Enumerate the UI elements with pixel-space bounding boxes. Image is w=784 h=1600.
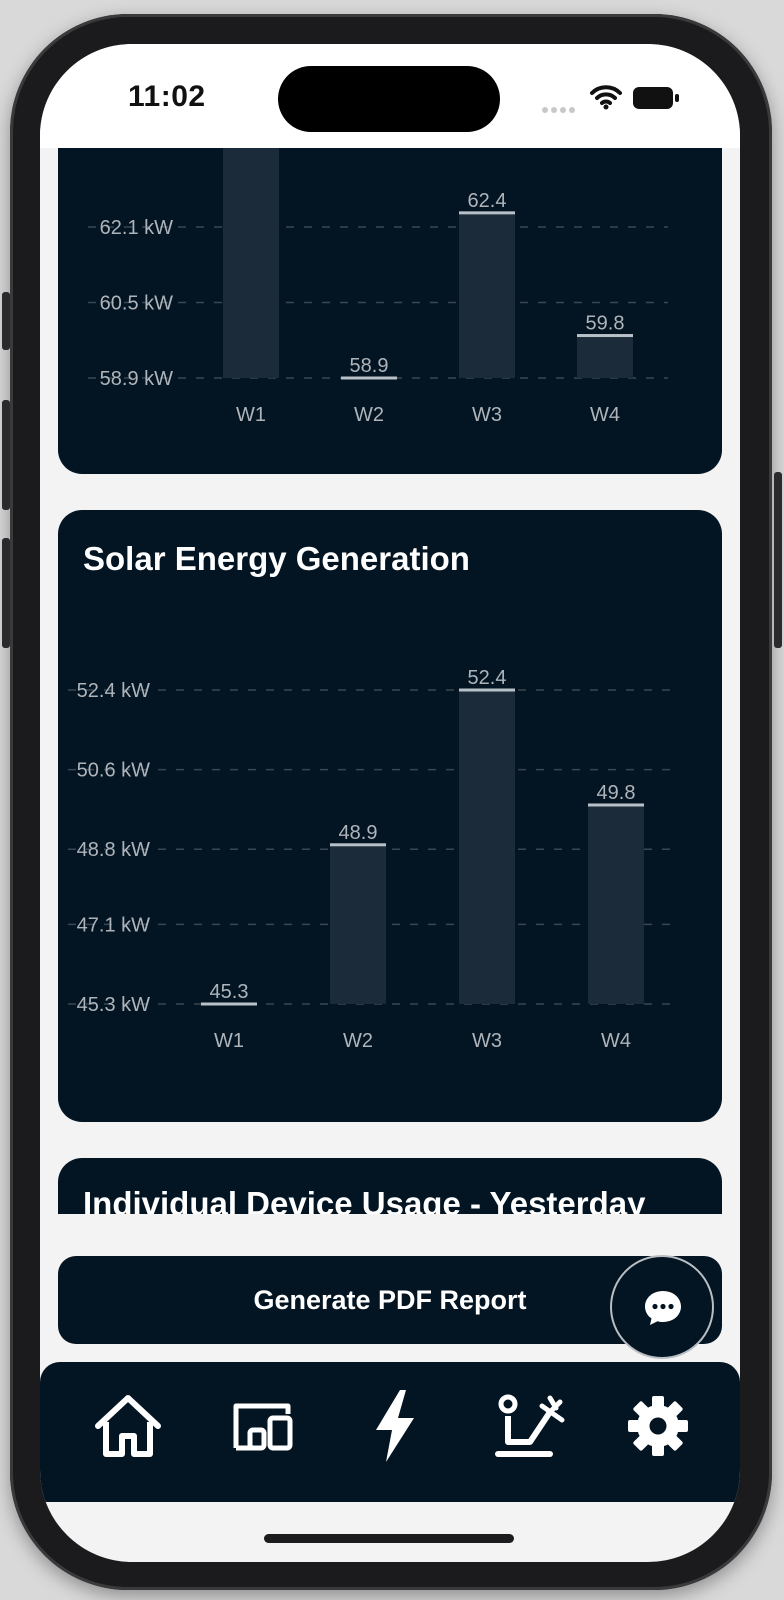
y-tick-label: 47.1 kW [77, 914, 150, 936]
data-label: 58.9 [350, 355, 389, 377]
bar [588, 804, 644, 1004]
y-tick-label: 62.1 kW [100, 217, 173, 239]
cellular-signal-icon [542, 100, 578, 118]
solar-energy-card: Solar Energy Generation 45.3 kW 47.1 kW 48… [58, 510, 722, 1122]
x-tick-label: W1 [214, 1030, 244, 1052]
x-tick-label: W3 [472, 1030, 502, 1052]
data-label: 62.4 [468, 190, 507, 212]
top-bar-chart: 58.9 kW 60.5 kW 62.1 kW W1 58.9 W2 62.4 W3 59.8 W… [88, 124, 668, 426]
nav-energy[interactable] [356, 1386, 436, 1466]
bar [223, 124, 279, 378]
card-title-solar: Solar Energy Generation [83, 540, 470, 577]
nav-devices[interactable] [222, 1386, 302, 1466]
y-tick-label: 52.4 kW [77, 680, 150, 702]
nav-solar[interactable] [490, 1386, 570, 1466]
power-button [774, 472, 782, 648]
wifi-icon [590, 85, 622, 110]
x-tick-label: W4 [590, 404, 620, 426]
card-title-device-usage: Individual Device Usage - Yesterday [83, 1185, 646, 1214]
status-time: 11:02 [128, 80, 206, 113]
chat-bubble-icon [645, 1291, 681, 1325]
data-label: 52.4 [468, 667, 507, 689]
bar [459, 690, 515, 1004]
nav-settings[interactable] [618, 1386, 698, 1466]
nav-home[interactable] [88, 1386, 168, 1466]
solar-panel-icon [495, 1394, 565, 1457]
battery-icon [633, 87, 679, 109]
status-bar: 11:02 [40, 44, 740, 148]
gear-icon [628, 1396, 688, 1456]
top-chart-card: 58.9 kW 60.5 kW 62.1 kW W1 58.9 W2 62.4 W3 59.8 W… [58, 124, 722, 474]
data-label: 45.3 [210, 981, 249, 1003]
home-indicator [264, 1534, 514, 1543]
bottom-nav [40, 1362, 740, 1502]
y-tick-label: 60.5 kW [100, 293, 173, 315]
x-tick-label: W2 [343, 1030, 373, 1052]
bar [459, 212, 515, 378]
chat-button[interactable] [610, 1255, 714, 1359]
data-label: 49.8 [597, 782, 636, 804]
volume-up-button [2, 400, 10, 510]
x-tick-label: W1 [236, 404, 266, 426]
volume-down-button [2, 538, 10, 648]
action-button [2, 292, 10, 350]
y-tick-label: 50.6 kW [77, 760, 150, 782]
y-tick-label: 45.3 kW [77, 994, 150, 1016]
home-icon [95, 1395, 161, 1457]
device-usage-card: Individual Device Usage - Yesterday [58, 1158, 722, 1214]
dynamic-island [278, 66, 500, 132]
devices-icon [233, 1403, 293, 1451]
bar [330, 844, 386, 1004]
energy-bolt-icon [376, 1390, 414, 1462]
solar-bar-chart: 45.3 kW 47.1 kW 48.8 kW 50.6 kW 52.4 kW 45.3 W… [68, 667, 676, 1052]
data-label: 59.8 [586, 313, 625, 335]
y-tick-label: 48.8 kW [77, 839, 150, 861]
data-label: 48.9 [339, 822, 378, 844]
x-tick-label: W3 [472, 404, 502, 426]
app-screen: 58.9 kW 60.5 kW 62.1 kW W1 58.9 W2 62.4 W3 59.8 W… [40, 44, 740, 1562]
x-tick-label: W2 [354, 404, 384, 426]
y-tick-label: 58.9 kW [100, 368, 173, 390]
bar [577, 335, 633, 378]
x-tick-label: W4 [601, 1030, 631, 1052]
